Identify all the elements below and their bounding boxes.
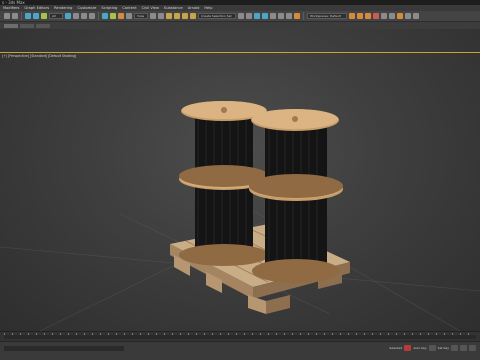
snaps-icon[interactable]	[166, 13, 172, 19]
auto-key-label: Auto Key	[413, 346, 427, 350]
redo-icon[interactable]	[12, 13, 18, 19]
orbit-icon[interactable]	[469, 345, 476, 351]
reel-hub	[292, 116, 298, 122]
layer-explorer-icon[interactable]	[262, 13, 268, 19]
render-in-cloud-icon[interactable]	[381, 13, 387, 19]
mirror-icon[interactable]	[238, 13, 244, 19]
maxscript-listener[interactable]	[4, 346, 124, 351]
scale-icon[interactable]	[118, 13, 124, 19]
ribbon-tab-freeform[interactable]	[20, 23, 34, 28]
bind-space-warp-icon[interactable]	[41, 13, 47, 19]
window-crossing-icon[interactable]	[89, 13, 95, 19]
auto-key-button[interactable]	[404, 345, 412, 351]
unlink-icon[interactable]	[33, 13, 39, 19]
workspaces-dropdown[interactable]: Workspaces: Default	[307, 13, 347, 19]
rendered-frame-window-icon[interactable]	[357, 13, 363, 19]
scene-render	[0, 101, 480, 331]
angle-snap-icon[interactable]	[174, 13, 180, 19]
cable-reel-right-upper	[249, 109, 343, 198]
pivot-icon[interactable]	[150, 13, 156, 19]
a360-gallery-icon[interactable]	[389, 13, 395, 19]
batch-render-icon[interactable]	[413, 13, 419, 19]
reel-flange-bottom	[252, 259, 340, 283]
ribbon-tab-selection[interactable]	[36, 23, 50, 28]
set-key-button[interactable]	[428, 345, 436, 351]
select-object-icon[interactable]	[65, 13, 71, 19]
schematic-view-icon[interactable]	[286, 13, 292, 19]
select-by-name-icon[interactable]	[73, 13, 79, 19]
align-icon[interactable]	[246, 13, 252, 19]
toolbar-separator	[21, 12, 22, 20]
selection-filter-dropdown[interactable]: All	[49, 13, 63, 19]
selected-label: Selected	[389, 346, 403, 350]
main-toolbar: All View Create Selection Set Workspaces…	[0, 11, 480, 22]
curve-editor-icon[interactable]	[278, 13, 284, 19]
render-iterative-icon[interactable]	[373, 13, 379, 19]
time-slider[interactable]	[0, 331, 480, 341]
toolbar-separator	[303, 12, 304, 20]
timeline-track[interactable]	[4, 335, 476, 339]
status-bar: Selected Auto Key Set Key	[0, 341, 480, 360]
set-key-label: Set Key	[437, 346, 449, 350]
percent-snap-icon[interactable]	[182, 13, 188, 19]
link-icon[interactable]	[25, 13, 31, 19]
render-production-icon[interactable]	[365, 13, 371, 19]
play-icon[interactable]	[451, 345, 458, 351]
animation-controls: Selected Auto Key Set Key	[389, 345, 476, 351]
undo-icon[interactable]	[4, 13, 10, 19]
keyboard-shortcut-icon[interactable]	[158, 13, 164, 19]
move-icon[interactable]	[102, 13, 108, 19]
cable-winding	[195, 179, 253, 254]
pallet-block	[266, 295, 290, 314]
reel-flange-bottom	[179, 244, 269, 266]
render-setup-icon[interactable]	[349, 13, 355, 19]
rectangular-selection-icon[interactable]	[81, 13, 87, 19]
spinner-snap-icon[interactable]	[190, 13, 196, 19]
zoom-extents-icon[interactable]	[460, 345, 467, 351]
ribbon-icon[interactable]	[270, 13, 276, 19]
toggle-scene-explorer-icon[interactable]	[254, 13, 260, 19]
material-editor-icon[interactable]	[294, 13, 300, 19]
ribbon-strip	[0, 22, 480, 29]
toolbar-separator	[98, 12, 99, 20]
perspective-viewport[interactable]: [+] [Perspective] [Standard] [Default Sh…	[0, 29, 480, 331]
placement-icon[interactable]	[126, 13, 132, 19]
cable-reel-front-left-upper	[179, 101, 269, 187]
reel-flange-bottom	[249, 174, 343, 198]
reference-coordinate-dropdown[interactable]: View	[134, 13, 148, 19]
effects-icon[interactable]	[405, 13, 411, 19]
reel-hub	[221, 107, 227, 113]
named-selection-sets-dropdown[interactable]: Create Selection Set	[198, 13, 236, 19]
rotate-icon[interactable]	[110, 13, 116, 19]
ribbon-tab-modeling[interactable]	[4, 23, 18, 28]
environment-icon[interactable]	[397, 13, 403, 19]
